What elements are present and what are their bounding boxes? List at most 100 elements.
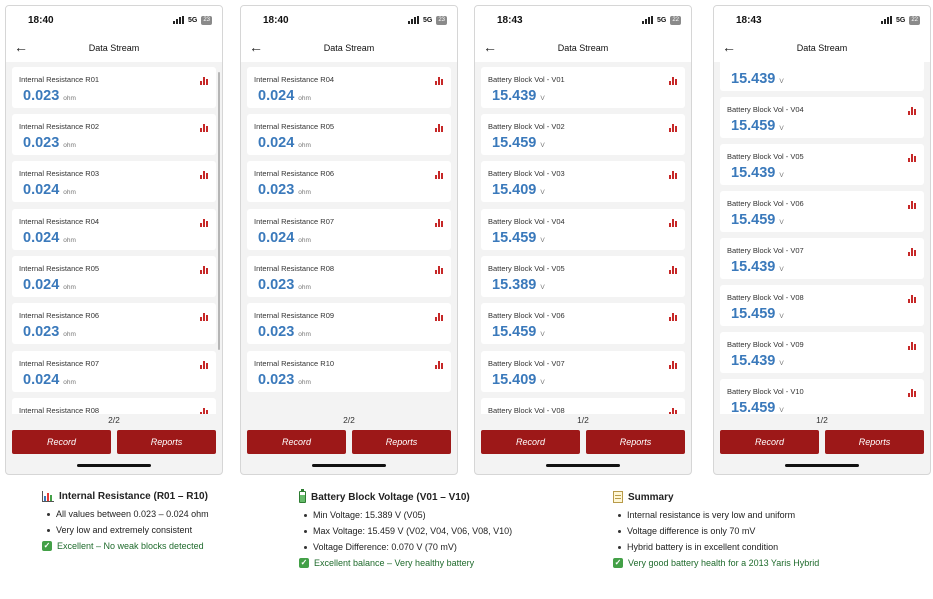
- data-stream-item[interactable]: Battery Block Vol - V04 15.459 V: [720, 97, 924, 138]
- item-unit: ohm: [298, 379, 311, 386]
- data-stream-item[interactable]: Battery Block Vol - V09 15.439 V: [720, 332, 924, 373]
- item-unit: ohm: [63, 189, 76, 196]
- graph-icon[interactable]: [435, 360, 445, 369]
- record-button[interactable]: Record: [247, 430, 346, 454]
- data-stream-item[interactable]: Internal Resistance R05 0.024 ohm: [247, 114, 451, 155]
- data-stream-item[interactable]: Battery Block Vol - V10 15.459 V: [720, 379, 924, 414]
- graph-icon[interactable]: [669, 407, 679, 414]
- graph-icon[interactable]: [669, 123, 679, 132]
- data-stream-list[interactable]: Battery Block Vol - V01 15.439 V Battery Bl…: [475, 62, 691, 414]
- item-unit: V: [779, 360, 784, 367]
- scrollbar[interactable]: [218, 72, 220, 350]
- item-unit: V: [779, 219, 784, 226]
- data-stream-item[interactable]: Internal Resistance R07 0.024 ohm: [247, 209, 451, 250]
- data-stream-item[interactable]: Battery Block Vol - V03 15.409 V: [481, 161, 685, 202]
- graph-icon[interactable]: [908, 247, 918, 256]
- screenshot-root: 18:40 5G 23 ← Data Stream Internal Resistance…: [0, 0, 933, 599]
- back-arrow-icon[interactable]: ←: [722, 38, 736, 56]
- graph-icon[interactable]: [200, 170, 210, 179]
- back-arrow-icon[interactable]: ←: [249, 38, 263, 56]
- home-indicator[interactable]: [312, 464, 386, 467]
- network-type: 5G: [422, 16, 433, 24]
- graph-icon[interactable]: [908, 294, 918, 303]
- graph-icon[interactable]: [908, 200, 918, 209]
- reports-button[interactable]: Reports: [352, 430, 451, 454]
- data-stream-item[interactable]: Internal Resistance R09 0.023 ohm: [247, 303, 451, 344]
- graph-icon[interactable]: [669, 265, 679, 274]
- status-icons: 5G 23: [407, 15, 447, 25]
- data-stream-item[interactable]: Internal Resistance R03 0.024 ohm: [12, 161, 216, 202]
- data-stream-item[interactable]: Battery Block Vol - V02 15.459 V: [481, 114, 685, 155]
- home-indicator[interactable]: [77, 464, 151, 467]
- home-indicator[interactable]: [785, 464, 859, 467]
- reports-button[interactable]: Reports: [825, 430, 924, 454]
- data-stream-item[interactable]: Battery Block Vol - V07 15.439 V: [720, 238, 924, 279]
- data-stream-item[interactable]: Internal Resistance R10 0.023 ohm: [247, 351, 451, 392]
- record-button[interactable]: Record: [481, 430, 580, 454]
- graph-icon[interactable]: [435, 123, 445, 132]
- data-stream-item[interactable]: Battery Block Vol - V07 15.409 V: [481, 351, 685, 392]
- data-stream-item[interactable]: Battery Block Vol - V05 15.389 V: [481, 256, 685, 297]
- graph-icon[interactable]: [200, 218, 210, 227]
- data-stream-item[interactable]: Internal Resistance R04 0.024 ohm: [12, 209, 216, 250]
- data-stream-item[interactable]: Internal Resistance R07 0.024 ohm: [12, 351, 216, 392]
- data-stream-item[interactable]: Battery Block Vol - V06 15.459 V: [481, 303, 685, 344]
- graph-icon[interactable]: [200, 123, 210, 132]
- graph-icon[interactable]: [435, 170, 445, 179]
- back-arrow-icon[interactable]: ←: [14, 38, 28, 56]
- graph-icon[interactable]: [435, 265, 445, 274]
- signal-icon: [407, 16, 419, 24]
- item-value: 0.024 ohm: [23, 230, 76, 246]
- summary-title: Summary: [628, 491, 674, 503]
- graph-icon[interactable]: [435, 218, 445, 227]
- graph-icon[interactable]: [908, 153, 918, 162]
- home-indicator[interactable]: [546, 464, 620, 467]
- data-stream-item[interactable]: Battery Block Vol - V04 15.459 V: [481, 209, 685, 250]
- graph-icon[interactable]: [908, 106, 918, 115]
- phone-screen: 18:40 5G 23 ← Data Stream Internal Resistance…: [5, 5, 223, 475]
- graph-icon[interactable]: [908, 388, 918, 397]
- data-stream-item[interactable]: Internal Resistance R06 0.023 ohm: [247, 161, 451, 202]
- reports-button[interactable]: Reports: [586, 430, 685, 454]
- status-time: 18:43: [497, 14, 523, 26]
- record-button[interactable]: Record: [720, 430, 819, 454]
- item-value-number: 15.459: [731, 118, 776, 134]
- phone-screen: 18:43 5G 22 ← Data Stream 15.439 V Battery Bloc…: [713, 5, 931, 475]
- graph-icon[interactable]: [200, 407, 210, 414]
- item-unit: V: [540, 284, 545, 291]
- record-button[interactable]: Record: [12, 430, 111, 454]
- data-stream-item[interactable]: Internal Resistance R01 0.023 ohm: [12, 67, 216, 108]
- data-stream-item[interactable]: 15.439 V: [720, 62, 924, 91]
- data-stream-item[interactable]: Internal Resistance R04 0.024 ohm: [247, 67, 451, 108]
- graph-icon[interactable]: [200, 265, 210, 274]
- data-stream-list[interactable]: Internal Resistance R04 0.024 ohm Internal …: [241, 62, 457, 414]
- data-stream-item[interactable]: Internal Resistance R05 0.024 ohm: [12, 256, 216, 297]
- graph-icon[interactable]: [669, 76, 679, 85]
- item-value-number: 0.024: [23, 277, 60, 293]
- data-stream-item[interactable]: Internal Resistance R08 0.023 ohm: [247, 256, 451, 297]
- data-stream-item[interactable]: Battery Block Vol - V08: [481, 398, 685, 414]
- graph-icon[interactable]: [669, 218, 679, 227]
- data-stream-item[interactable]: Battery Block Vol - V05 15.439 V: [720, 144, 924, 185]
- back-arrow-icon[interactable]: ←: [483, 38, 497, 56]
- graph-icon[interactable]: [908, 341, 918, 350]
- graph-icon[interactable]: [435, 76, 445, 85]
- data-stream-item[interactable]: Internal Resistance R06 0.023 ohm: [12, 303, 216, 344]
- graph-icon[interactable]: [435, 312, 445, 321]
- data-stream-item[interactable]: Internal Resistance R08: [12, 398, 216, 414]
- data-stream-list[interactable]: 15.439 V Battery Block Vol - V04 15.459 V Bat…: [714, 62, 930, 414]
- reports-button[interactable]: Reports: [117, 430, 216, 454]
- battery-level: 23: [436, 15, 447, 25]
- graph-icon[interactable]: [200, 312, 210, 321]
- data-stream-item[interactable]: Battery Block Vol - V06 15.459 V: [720, 191, 924, 232]
- data-stream-item[interactable]: Battery Block Vol - V08 15.459 V: [720, 285, 924, 326]
- graph-icon[interactable]: [669, 170, 679, 179]
- item-value: 15.459 V: [492, 135, 545, 151]
- data-stream-list[interactable]: Internal Resistance R01 0.023 ohm Internal …: [6, 62, 222, 414]
- data-stream-item[interactable]: Battery Block Vol - V01 15.439 V: [481, 67, 685, 108]
- graph-icon[interactable]: [200, 360, 210, 369]
- graph-icon[interactable]: [200, 76, 210, 85]
- data-stream-item[interactable]: Internal Resistance R02 0.023 ohm: [12, 114, 216, 155]
- graph-icon[interactable]: [669, 360, 679, 369]
- graph-icon[interactable]: [669, 312, 679, 321]
